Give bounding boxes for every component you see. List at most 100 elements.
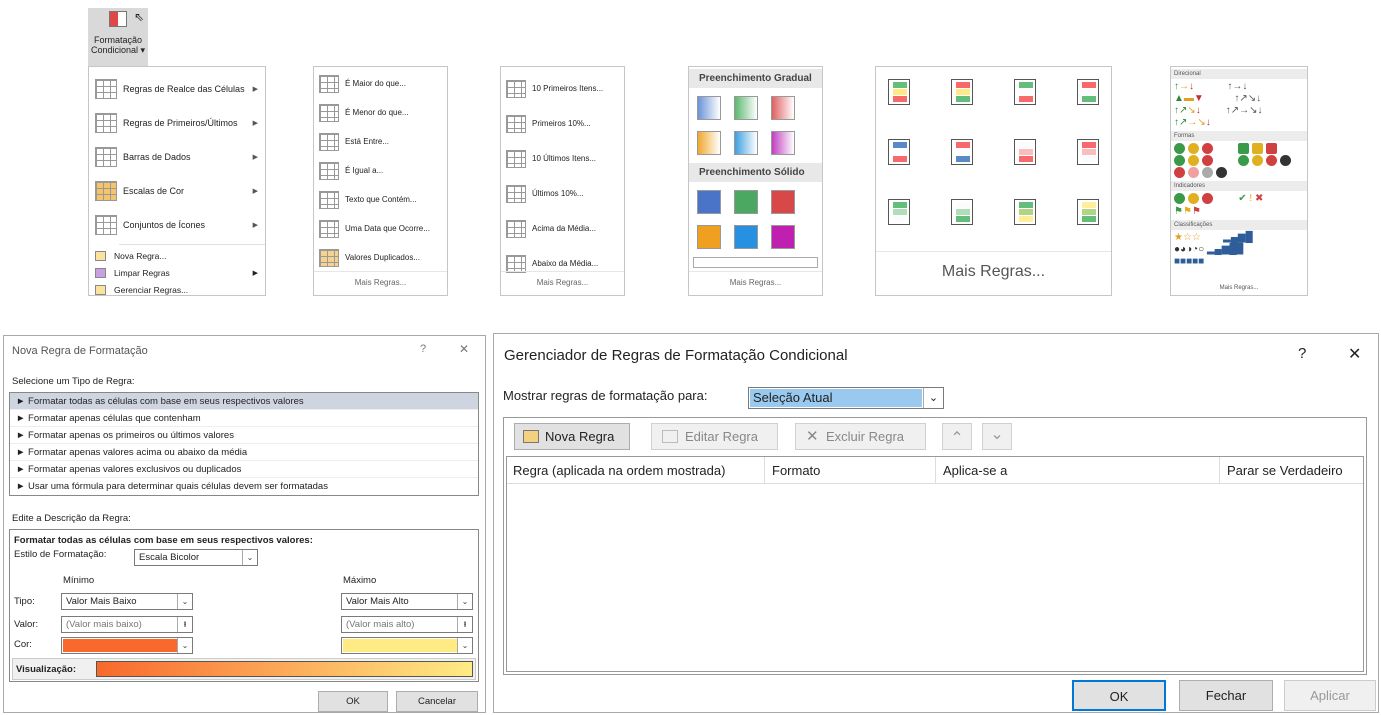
apply-button[interactable]: Aplicar [1284,680,1376,711]
menu-item[interactable]: Acima da Média... [501,211,624,246]
purple-gradient-bar-icon[interactable] [771,131,795,155]
rules-panel: Nova Regra Editar Regra ✕ Excluir Regra ⌃… [503,417,1367,675]
green-gradient-bar-icon[interactable] [734,96,758,120]
new-rule-icon [95,250,106,261]
red-to-black-icon[interactable] [1171,167,1307,179]
menu-item[interactable]: Primeiros 10%... [501,106,624,141]
scale-red-yellow-green-icon[interactable] [951,79,973,105]
scale-red-white-blue-icon[interactable] [951,139,973,165]
move-down-button[interactable]: ⌄ [982,423,1012,450]
boxes-icon[interactable]: ■■■■■ [1171,256,1307,268]
triangles-icon[interactable]: ▲▬▼ ↑↗↘↓ [1171,93,1307,105]
scale-red-white-icon[interactable] [1077,139,1099,165]
max-value-input[interactable]: (Valor mais alto) ⭱ [341,616,473,633]
range-select-icon[interactable]: ⭱ [457,617,472,632]
ok-button[interactable]: OK [318,691,388,712]
help-icon[interactable]: ? [1298,345,1306,362]
orange-solid-bar-icon[interactable] [697,225,721,249]
more-rules-link[interactable]: Mais Regras... [1171,281,1307,295]
menu-item-iconsets[interactable]: Conjuntos de Ícones ▶ [89,208,265,242]
flags-icon[interactable]: ⚑⚑⚑ [1171,206,1307,218]
column-header[interactable]: Aplica-se a [943,463,1007,478]
four-arrows-icon[interactable]: ↑↗↘↓ ↑↗→↘↓ [1171,105,1307,117]
show-rules-select[interactable]: Seleção Atual ⌄ [748,387,944,409]
traffic-lights-icon[interactable] [1171,143,1307,155]
scale-green-yellow-icon[interactable] [1014,199,1036,225]
close-icon[interactable]: ✕ [459,342,469,356]
close-button[interactable]: Fechar [1179,680,1273,711]
scale-white-red-icon[interactable] [1014,139,1036,165]
scale-green-white-icon[interactable] [888,199,910,225]
more-rules-link[interactable]: Mais Regras... [689,271,822,295]
max-type-select[interactable]: Valor Mais Alto ⌄ [341,593,473,610]
signs-icon[interactable] [1171,155,1307,167]
scale-red-white-green-icon[interactable] [1077,79,1099,105]
lightblue-solid-bar-icon[interactable] [734,225,758,249]
red-solid-bar-icon[interactable] [771,190,795,214]
list-item[interactable]: ► Formatar apenas valores exclusivos ou … [10,461,478,478]
list-item[interactable]: ► Formatar apenas os primeiros ou último… [10,427,478,444]
scale-green-white-red-icon[interactable] [1014,79,1036,105]
new-rule-button[interactable]: Nova Regra [514,423,630,450]
cancel-button[interactable]: Cancelar [396,691,478,712]
menu-item-colorscales[interactable]: Escalas de Cor ▶ [89,174,265,208]
scale-white-green-icon[interactable] [951,199,973,225]
red-gradient-bar-icon[interactable] [771,96,795,120]
menu-item-new-rule[interactable]: Nova Regra... [89,247,265,264]
list-item[interactable]: ► Usar uma fórmula para determinar quais… [10,478,478,495]
menu-item-topbottom[interactable]: Regras de Primeiros/Últimos ▶ [89,106,265,140]
scale-blue-white-red-icon[interactable] [888,139,910,165]
column-header[interactable]: Formato [772,463,820,478]
max-color-picker[interactable]: ⌄ [341,637,473,654]
blue-gradient-bar-icon[interactable] [697,96,721,120]
directional-arrows-icon[interactable]: ↑→↓ ↑→↓ [1171,81,1307,93]
chevron-down-icon: ⌄ [242,550,257,565]
quarters-icon[interactable]: ●◕◑◔○ ▂▄▆█▉ [1171,244,1307,256]
min-color-picker[interactable]: ⌄ [61,637,193,654]
more-rules-link[interactable]: Mais Regras... [314,271,447,295]
close-icon[interactable]: ✕ [1348,344,1361,364]
more-rules-link[interactable]: Mais Regras... [501,271,624,295]
move-up-button[interactable]: ⌃ [942,423,972,450]
gallery-scrollbar[interactable] [693,257,818,268]
list-item[interactable]: ► Formatar apenas valores acima ou abaix… [10,444,478,461]
five-arrows-icon[interactable]: ↑↗→↘↓ [1171,117,1307,129]
symbols-circled-icon[interactable]: ✔ ! ✖ [1171,193,1307,205]
column-header[interactable]: Regra (aplicada na ordem mostrada) [513,463,725,478]
menu-item[interactable]: É Maior do que... [314,69,447,98]
ok-button[interactable]: OK [1072,680,1166,711]
green-solid-bar-icon[interactable] [734,190,758,214]
menu-item-manage-rules[interactable]: Gerenciar Regras... [89,281,265,298]
edit-rule-button[interactable]: Editar Regra [651,423,778,450]
delete-rule-button[interactable]: ✕ Excluir Regra [795,423,926,450]
menu-item[interactable]: 10 Primeiros Itens... [501,71,624,106]
menu-item[interactable]: É Igual a... [314,156,447,185]
stars-icon[interactable]: ★☆☆ ▂▄▆█ [1171,232,1307,244]
menu-item-clear-rules[interactable]: Limpar Regras ▶ [89,264,265,281]
min-type-select[interactable]: Valor Mais Baixo ⌄ [61,593,193,610]
range-select-icon[interactable]: ⭱ [177,617,192,632]
min-value-input[interactable]: (Valor mais baixo) ⭱ [61,616,193,633]
help-icon[interactable]: ? [420,343,426,355]
blue-solid-bar-icon[interactable] [697,190,721,214]
menu-item-databars[interactable]: Barras de Dados ▶ [89,140,265,174]
menu-item[interactable]: É Menor do que... [314,98,447,127]
column-header[interactable]: Parar se Verdadeiro [1227,463,1343,478]
lightblue-gradient-bar-icon[interactable] [734,131,758,155]
menu-item-highlight[interactable]: Regras de Realce das Células ▶ [89,72,265,106]
purple-solid-bar-icon[interactable] [771,225,795,249]
menu-item[interactable]: Uma Data que Ocorre... [314,214,447,243]
menu-item[interactable]: 10 Últimos Itens... [501,141,624,176]
menu-item[interactable]: Está Entre... [314,127,447,156]
bottom10-icon [506,149,526,168]
menu-item[interactable]: Valores Duplicados... [314,243,447,272]
scale-yellow-green-icon[interactable] [1077,199,1099,225]
list-item[interactable]: ► Formatar todas as células com base em … [10,393,478,410]
menu-item[interactable]: Últimos 10%... [501,176,624,211]
list-item[interactable]: ► Formatar apenas células que contenham [10,410,478,427]
orange-gradient-bar-icon[interactable] [697,131,721,155]
format-style-select[interactable]: Escala Bicolor ⌄ [134,549,258,566]
more-rules-link[interactable]: Mais Regras... [876,251,1111,295]
scale-green-yellow-red-icon[interactable] [888,79,910,105]
menu-item[interactable]: Texto que Contém... [314,185,447,214]
